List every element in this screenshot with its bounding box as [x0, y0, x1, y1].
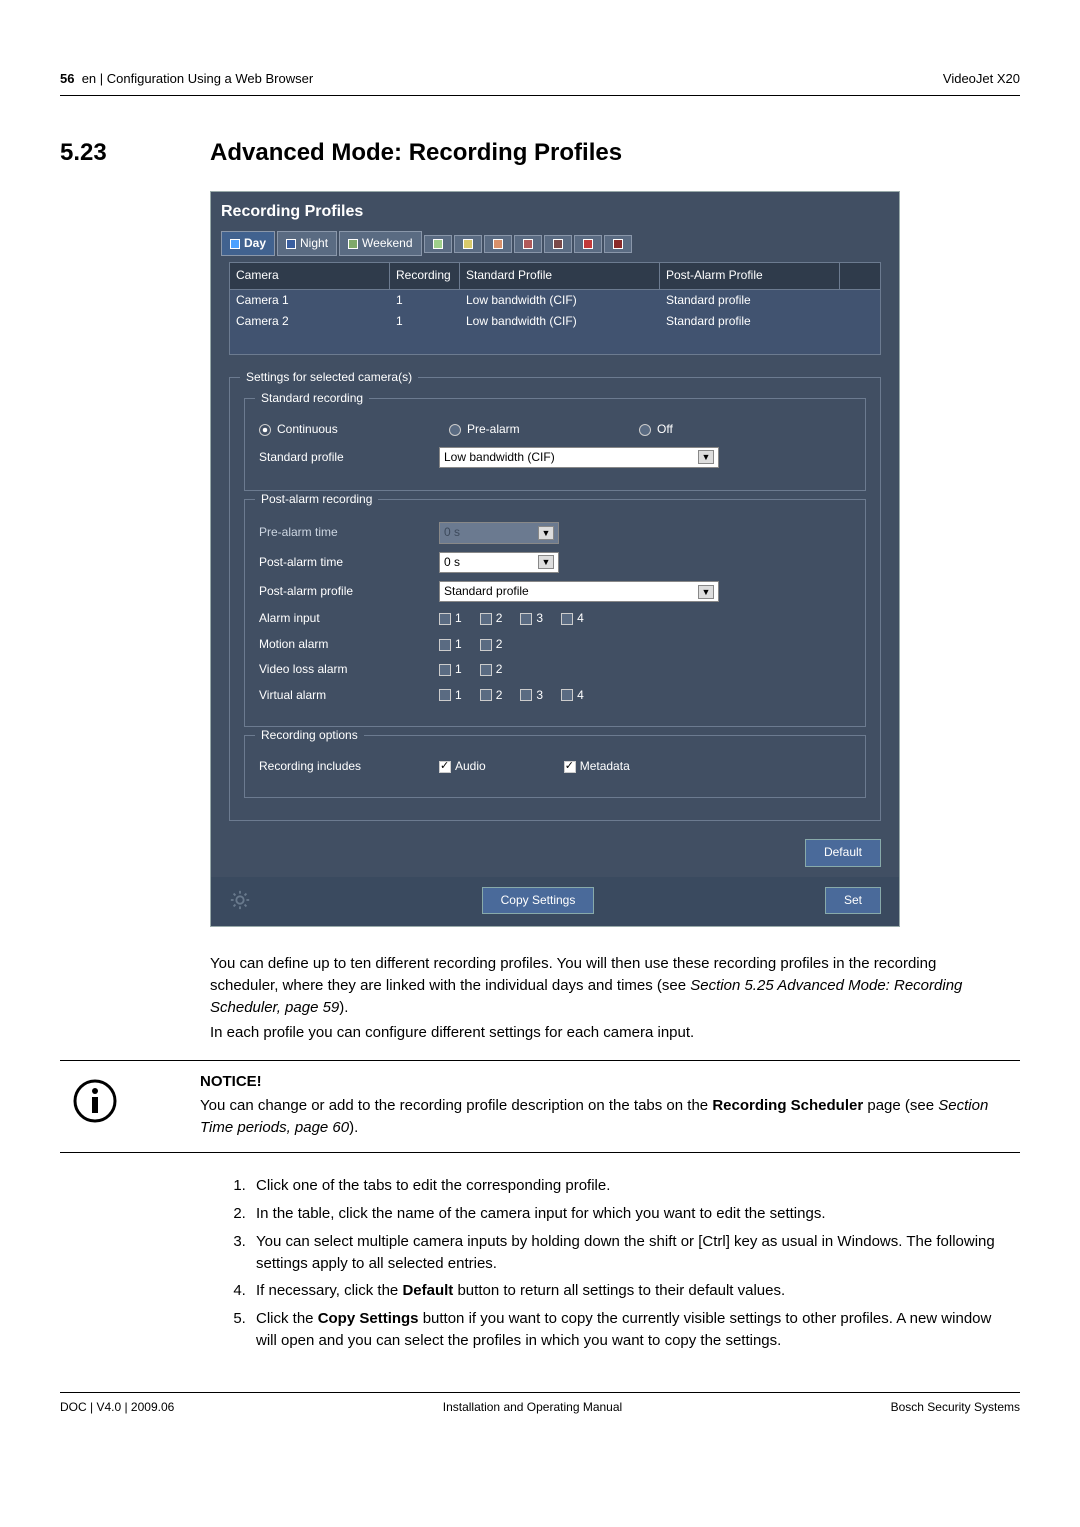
- standard-profile-select[interactable]: Low bandwidth (CIF)▼: [439, 447, 719, 468]
- breadcrumb: en | Configuration Using a Web Browser: [82, 71, 313, 86]
- videoloss-alarm-2[interactable]: [480, 664, 492, 676]
- tab-color-10[interactable]: [604, 235, 632, 253]
- set-button[interactable]: Set: [825, 887, 881, 914]
- tab-color-4[interactable]: [424, 235, 452, 253]
- footer-left: DOC | V4.0 | 2009.06: [60, 1399, 174, 1416]
- notice-block: NOTICE! You can change or add to the rec…: [60, 1060, 1020, 1153]
- camera-table: Camera Recording Standard Profile Post-A…: [229, 262, 881, 355]
- list-item: You can select multiple camera inputs by…: [250, 1231, 1000, 1275]
- footer-right: Bosch Security Systems: [891, 1399, 1020, 1416]
- prealarm-time-select: 0 s▼: [439, 522, 559, 543]
- chevron-down-icon: ▼: [538, 555, 554, 569]
- panel-title: Recording Profiles: [211, 192, 899, 231]
- footer-center: Installation and Operating Manual: [443, 1399, 622, 1416]
- postalarm-recording-fieldset: Post-alarm recording Pre-alarm time 0 s▼…: [244, 499, 866, 727]
- table-row[interactable]: Camera 21Low bandwidth (CIF)Standard pro…: [230, 311, 880, 332]
- include-audio[interactable]: [439, 761, 451, 773]
- virtual-alarm-1[interactable]: [439, 689, 451, 701]
- tab-color-5[interactable]: [454, 235, 482, 253]
- gear-icon: [229, 889, 251, 911]
- tab-day[interactable]: Day: [221, 231, 275, 256]
- chevron-down-icon: ▼: [698, 450, 714, 464]
- info-icon: [60, 1071, 130, 1125]
- motion-alarm-2[interactable]: [480, 639, 492, 651]
- tab-color-8[interactable]: [544, 235, 572, 253]
- table-header: Camera Recording Standard Profile Post-A…: [229, 262, 881, 289]
- radio-prealarm[interactable]: [449, 424, 461, 436]
- list-item: Click the Copy Settings button if you wa…: [250, 1308, 1000, 1352]
- section-heading: 5.23 Advanced Mode: Recording Profiles: [60, 136, 1020, 171]
- standard-recording-fieldset: Standard recording Continuous Pre-alarm …: [244, 398, 866, 491]
- virtual-alarm-3[interactable]: [520, 689, 532, 701]
- list-item: If necessary, click the Default button t…: [250, 1280, 1000, 1302]
- tab-color-9[interactable]: [574, 235, 602, 253]
- copy-settings-button[interactable]: Copy Settings: [482, 887, 595, 914]
- radio-continuous[interactable]: [259, 424, 271, 436]
- tab-night[interactable]: Night: [277, 231, 337, 256]
- tab-weekend[interactable]: Weekend: [339, 231, 421, 256]
- alarm-input-2[interactable]: [480, 613, 492, 625]
- chevron-down-icon: ▼: [698, 585, 714, 599]
- alarm-input-4[interactable]: [561, 613, 573, 625]
- recording-profiles-panel: Recording Profiles Day Night Weekend Cam…: [210, 191, 900, 927]
- steps-list: Click one of the tabs to edit the corres…: [210, 1175, 1000, 1351]
- videoloss-alarm-1[interactable]: [439, 664, 451, 676]
- virtual-alarm-4[interactable]: [561, 689, 573, 701]
- section-title: Advanced Mode: Recording Profiles: [210, 136, 622, 171]
- postalarm-time-select[interactable]: 0 s▼: [439, 552, 559, 573]
- page-header: 56 en | Configuration Using a Web Browse…: [60, 70, 1020, 96]
- table-row[interactable]: Camera 11Low bandwidth (CIF)Standard pro…: [230, 290, 880, 311]
- include-metadata[interactable]: [564, 761, 576, 773]
- recording-options-fieldset: Recording options Recording includes Aud…: [244, 735, 866, 798]
- motion-alarm-1[interactable]: [439, 639, 451, 651]
- chevron-down-icon: ▼: [538, 526, 554, 540]
- list-item: Click one of the tabs to edit the corres…: [250, 1175, 1000, 1197]
- list-item: In the table, click the name of the came…: [250, 1203, 1000, 1225]
- page-number: 56: [60, 71, 74, 86]
- section-number: 5.23: [60, 136, 210, 171]
- tab-color-7[interactable]: [514, 235, 542, 253]
- profile-tabs: Day Night Weekend: [211, 231, 899, 262]
- notice-title: NOTICE!: [200, 1071, 990, 1093]
- alarm-input-1[interactable]: [439, 613, 451, 625]
- tab-color-6[interactable]: [484, 235, 512, 253]
- settings-selected-fieldset: Settings for selected camera(s) Standard…: [229, 377, 881, 821]
- product-name: VideoJet X20: [943, 70, 1020, 89]
- radio-off[interactable]: [639, 424, 651, 436]
- alarm-input-3[interactable]: [520, 613, 532, 625]
- page-footer: DOC | V4.0 | 2009.06 Installation and Op…: [60, 1392, 1020, 1416]
- virtual-alarm-2[interactable]: [480, 689, 492, 701]
- postalarm-profile-select[interactable]: Standard profile▼: [439, 581, 719, 602]
- body-paragraphs: You can define up to ten different recor…: [210, 953, 1000, 1044]
- default-button[interactable]: Default: [805, 839, 881, 866]
